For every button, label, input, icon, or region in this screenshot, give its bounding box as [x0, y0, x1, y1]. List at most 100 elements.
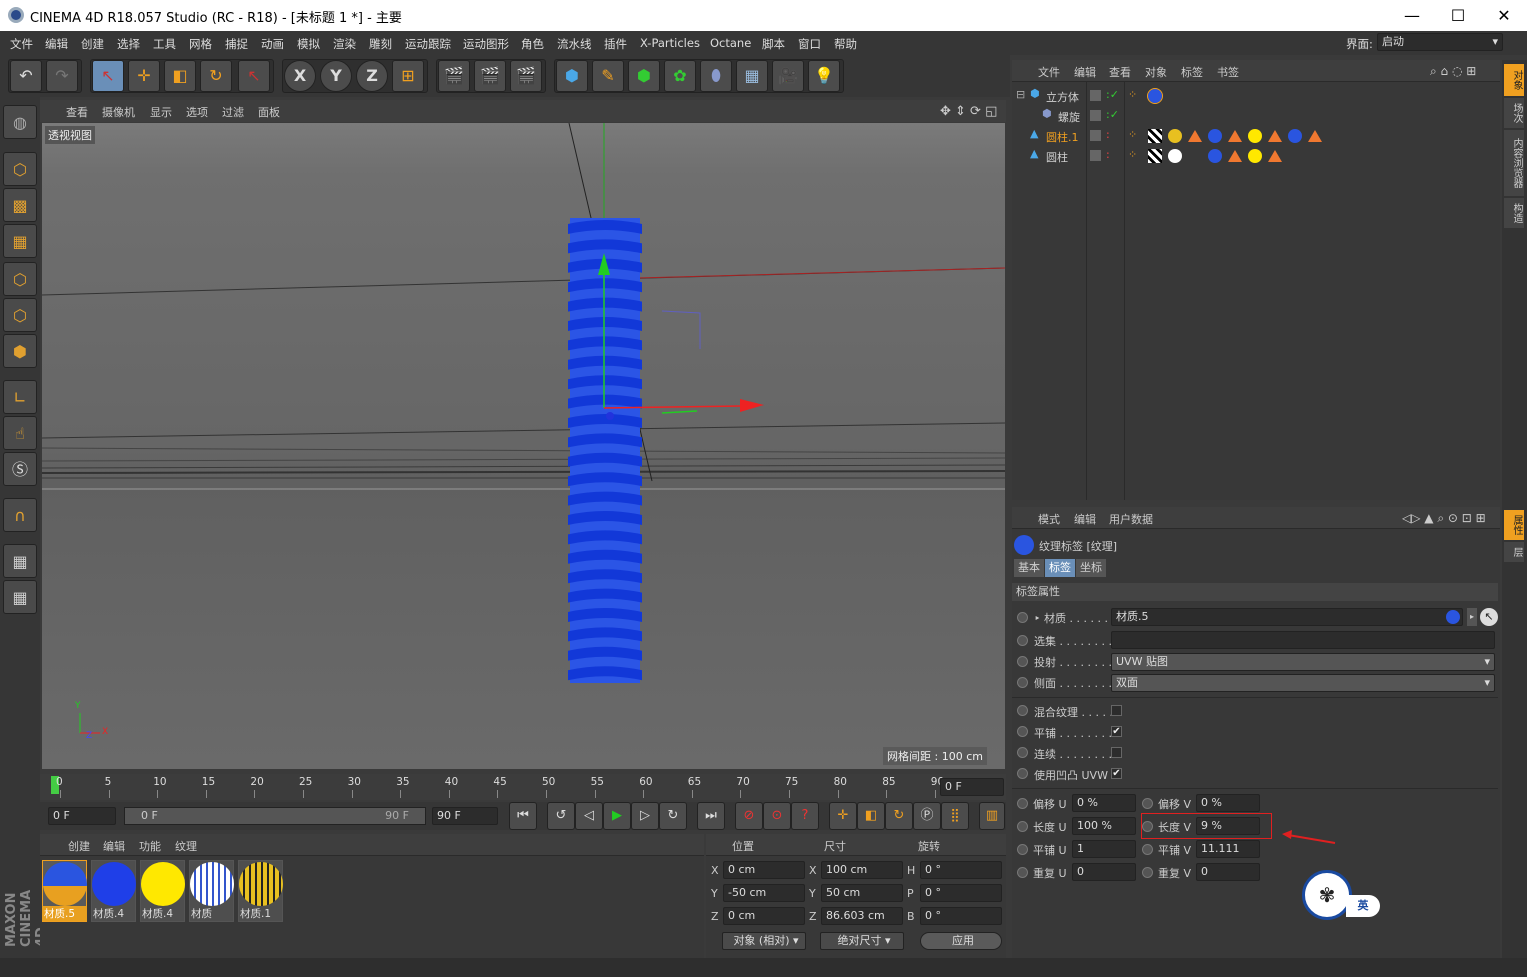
tiles-v-field[interactable]: 11.111: [1196, 840, 1260, 858]
model-mode-icon[interactable]: ⬡: [3, 152, 37, 186]
key-pla-icon[interactable]: ⣿: [941, 802, 969, 830]
layer-icon[interactable]: [1090, 130, 1101, 141]
selection-field[interactable]: [1111, 631, 1495, 649]
menu-mograph[interactable]: 运动图形: [463, 36, 509, 52]
cloner-icon[interactable]: ✿: [664, 60, 696, 92]
tiles-u-field[interactable]: 1: [1072, 840, 1136, 858]
object-menu-edit[interactable]: 编辑: [1074, 64, 1096, 80]
undo-button[interactable]: ↶: [10, 60, 42, 92]
previous-key-icon[interactable]: ↺: [547, 802, 575, 830]
menu-render[interactable]: 渲染: [333, 36, 356, 52]
size-mode-dropdown[interactable]: 绝对尺寸 ▾: [820, 932, 904, 950]
autokey-icon[interactable]: ⊙: [763, 802, 791, 830]
menu-sculpt[interactable]: 雕刻: [369, 36, 392, 52]
next-frame-icon[interactable]: ▷: [631, 802, 659, 830]
menu-snap[interactable]: 捕捉: [225, 36, 248, 52]
anim-radio[interactable]: [1017, 798, 1028, 809]
previous-frame-icon[interactable]: ◁: [575, 802, 603, 830]
material-swatch[interactable]: [141, 862, 185, 906]
anim-radio[interactable]: [1017, 726, 1028, 737]
go-to-start-icon[interactable]: ⏮: [509, 802, 537, 830]
material-menu-function[interactable]: 功能: [139, 838, 161, 854]
texture-tag-icon[interactable]: [1288, 129, 1302, 143]
magnet-icon[interactable]: ∩: [3, 498, 37, 532]
render-view-icon[interactable]: 🎬: [438, 60, 470, 92]
pick-icon[interactable]: ↖: [1480, 608, 1498, 626]
deformer-icon[interactable]: ⬮: [700, 60, 732, 92]
tab-takes[interactable]: 场次: [1504, 98, 1524, 128]
phong-tag-icon[interactable]: [1308, 130, 1322, 142]
object-name[interactable]: 螺旋: [1058, 109, 1080, 125]
menu-window[interactable]: 窗口: [798, 36, 821, 52]
visibility-dots-icon[interactable]: :: [1106, 148, 1110, 161]
next-key-icon[interactable]: ↻: [659, 802, 687, 830]
tile-checkbox[interactable]: ✔: [1111, 726, 1122, 737]
render-picture-viewer-icon[interactable]: 🎬: [474, 60, 506, 92]
material-swatch[interactable]: [190, 862, 234, 906]
menu-tools[interactable]: 工具: [153, 36, 176, 52]
visibility-check-icon[interactable]: :✓: [1106, 108, 1119, 121]
menu-xparticles[interactable]: X-Particles: [640, 36, 700, 50]
key-scale-icon[interactable]: ◧: [857, 802, 885, 830]
menu-simulate[interactable]: 模拟: [297, 36, 320, 52]
tab-coordinates[interactable]: 坐标: [1076, 559, 1106, 577]
maximize-button[interactable]: ☐: [1435, 0, 1481, 31]
rotation-h-field[interactable]: 0 °: [920, 861, 1002, 879]
object-menu-bookmarks[interactable]: 书签: [1217, 64, 1239, 80]
tag-icon[interactable]: ⁘: [1128, 88, 1137, 101]
tweak-mode-icon[interactable]: ☝: [3, 416, 37, 450]
attr-menu-edit[interactable]: 编辑: [1074, 511, 1096, 527]
anim-radio[interactable]: [1017, 677, 1028, 688]
edges-mode-icon[interactable]: ⬡: [3, 298, 37, 332]
link-arrow-icon[interactable]: ▸: [1467, 608, 1477, 626]
length-u-field[interactable]: 100 %: [1072, 817, 1136, 835]
material-menu-texture[interactable]: 纹理: [175, 838, 197, 854]
coordinate-system-button[interactable]: ⊞: [392, 60, 424, 92]
lock-workplane-icon[interactable]: ▦: [3, 544, 37, 578]
menu-select[interactable]: 选择: [117, 36, 140, 52]
anim-radio[interactable]: [1142, 867, 1153, 878]
object-row-cube[interactable]: ⊟ ⬢ 立方体 :✓ ⁘: [1012, 86, 1500, 106]
tag-icon[interactable]: ⁘: [1128, 148, 1137, 161]
material-link-field[interactable]: 材质.5: [1111, 608, 1463, 626]
texture-tag-icon[interactable]: [1168, 149, 1182, 163]
viewport-menu-filter[interactable]: 过滤: [222, 104, 244, 120]
object-menu-objects[interactable]: 对象: [1145, 64, 1167, 80]
points-mode-icon[interactable]: ⬡: [3, 262, 37, 296]
size-x-field[interactable]: 100 cm: [821, 861, 903, 879]
size-y-field[interactable]: 50 cm: [821, 884, 903, 902]
checker-tag-icon[interactable]: [1148, 129, 1162, 143]
axis-mode-icon[interactable]: ∟: [3, 380, 37, 414]
tab-layers[interactable]: 层: [1504, 542, 1524, 562]
object-row-helix[interactable]: ⬢ 螺旋 :✓: [1012, 106, 1500, 126]
viewport-menu-display[interactable]: 显示: [150, 104, 172, 120]
light-icon[interactable]: 💡: [808, 60, 840, 92]
tab-content-browser[interactable]: 内容浏览器: [1504, 130, 1524, 196]
menu-file[interactable]: 文件: [10, 36, 33, 52]
texture-tag-icon[interactable]: [1147, 88, 1163, 104]
material-swatch[interactable]: [43, 862, 87, 906]
z-axis-button[interactable]: Z: [356, 60, 388, 92]
position-x-field[interactable]: 0 cm: [723, 861, 805, 879]
ime-language-indicator[interactable]: 英: [1346, 895, 1380, 917]
anim-radio[interactable]: [1142, 798, 1153, 809]
anim-radio[interactable]: [1017, 705, 1028, 716]
y-axis-button[interactable]: Y: [320, 60, 352, 92]
seamless-checkbox[interactable]: [1111, 747, 1122, 758]
menu-character[interactable]: 角色: [521, 36, 544, 52]
phong-tag-icon[interactable]: [1268, 130, 1282, 142]
anim-radio[interactable]: [1017, 656, 1028, 667]
scale-tool-button[interactable]: ◧: [164, 60, 196, 92]
coord-mode-dropdown[interactable]: 对象 (相对) ▾: [722, 932, 806, 950]
current-frame-field[interactable]: 0 F: [940, 778, 1004, 796]
projection-dropdown[interactable]: UVW 贴图 ▾: [1111, 653, 1495, 671]
object-name[interactable]: 圆柱.1: [1046, 129, 1079, 145]
position-y-field[interactable]: -50 cm: [723, 884, 805, 902]
close-button[interactable]: ✕: [1481, 0, 1527, 31]
go-to-end-icon[interactable]: ⏭: [697, 802, 725, 830]
menu-create[interactable]: 创建: [81, 36, 104, 52]
phong-tag-icon[interactable]: [1228, 130, 1242, 142]
offset-u-field[interactable]: 0 %: [1072, 794, 1136, 812]
render-settings-icon[interactable]: 🎬: [510, 60, 542, 92]
viewport-menu-camera[interactable]: 摄像机: [102, 104, 135, 120]
